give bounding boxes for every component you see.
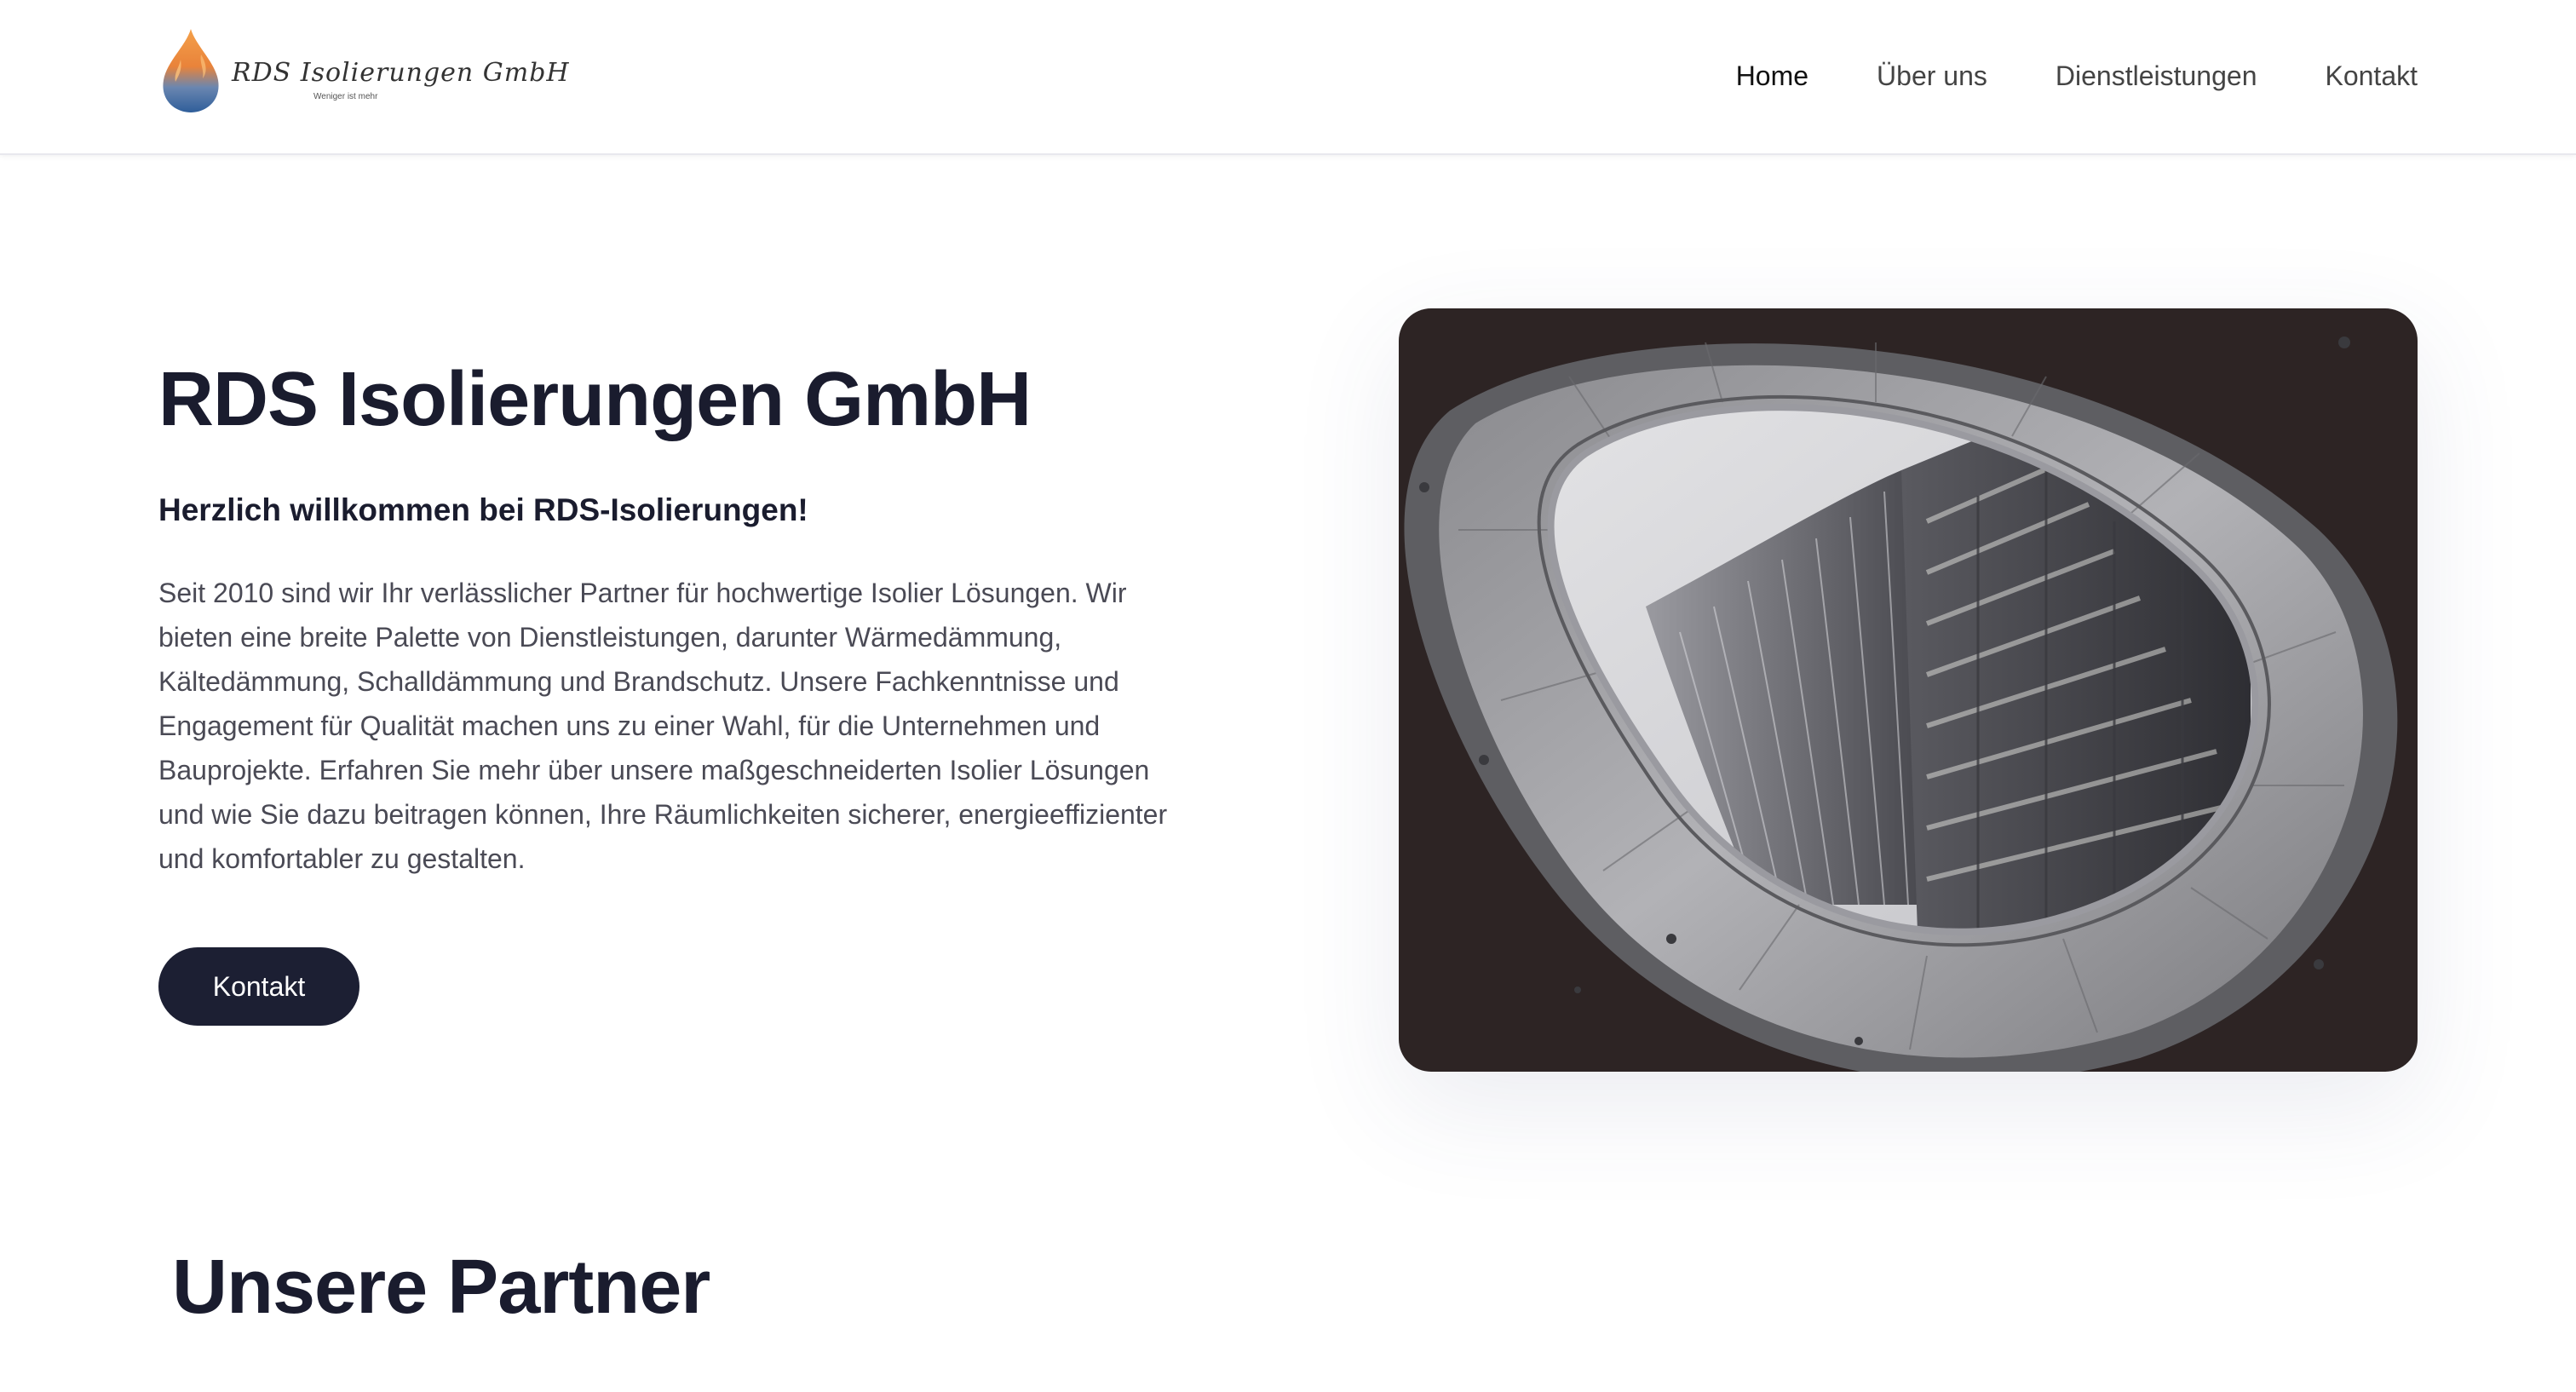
main-nav: Home Über uns Dienstleistungen Kontakt [1736,55,2418,97]
nav-item-home[interactable]: Home [1736,60,1808,92]
brand-tagline: Weniger ist mehr [313,92,378,101]
page: RDS Isolierungen GmbH Weniger ist mehr H… [0,0,2576,1392]
partners-title: Unsere Partner [172,1245,710,1330]
hero-subtitle: Herzlich willkommen bei RDS-Isolierungen… [158,492,808,527]
brand-name: RDS Isolierungen GmbH [232,58,570,88]
hero-body-text: Seit 2010 sind wir Ihr verlässlicher Par… [158,578,1168,874]
nav-item-dienstleistungen[interactable]: Dienstleistungen [2056,60,2257,92]
hero-image [1399,308,2418,1072]
brand-logo[interactable]: RDS Isolierungen GmbH Weniger ist mehr [158,26,569,114]
site-header: RDS Isolierungen GmbH Weniger ist mehr H… [0,0,2576,155]
nav-item-ueber-uns[interactable]: Über uns [1877,60,1987,92]
nav-item-kontakt[interactable]: Kontakt [2325,60,2418,92]
contact-button[interactable]: Kontakt [158,947,359,1026]
flame-drop-logo-icon [163,29,219,112]
building-atrium-illustration [1399,308,2418,1072]
hero-title: RDS Isolierungen GmbH [158,357,1032,442]
